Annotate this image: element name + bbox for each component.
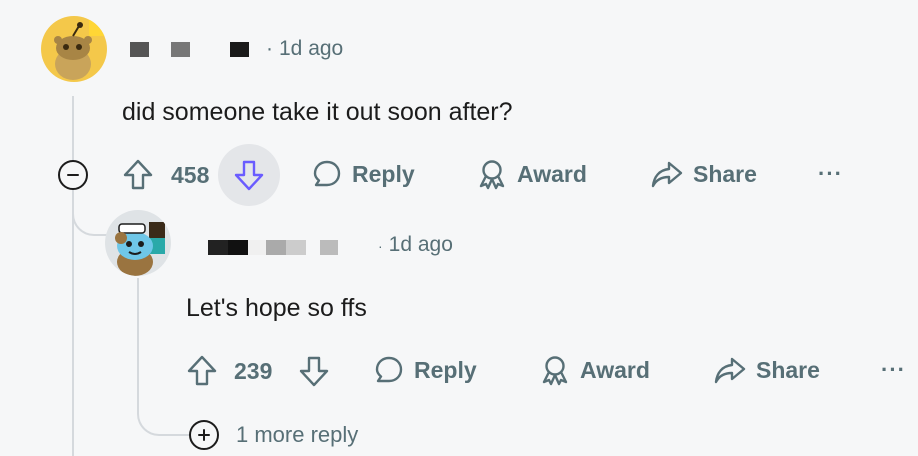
thread-connector-more <box>137 278 189 436</box>
reply-share-button[interactable]: Share <box>713 354 820 386</box>
reply-downvote-button[interactable] <box>298 354 330 388</box>
award-button[interactable]: Award <box>476 158 587 190</box>
replier-username-redacted[interactable] <box>208 240 338 255</box>
reply-award-button[interactable]: Award <box>539 354 650 386</box>
collapse-thread-button[interactable] <box>58 160 88 190</box>
comment-timestamp: · 1d ago <box>266 37 344 60</box>
reply-button[interactable]: Reply <box>311 158 415 190</box>
arrow-down-icon <box>299 356 329 387</box>
thread-line-main-lower[interactable] <box>72 190 74 456</box>
award-label: Award <box>517 160 587 187</box>
arrow-up-icon <box>123 159 153 190</box>
forward-arrow-icon <box>714 357 746 384</box>
expand-replies-button[interactable] <box>189 420 219 450</box>
forward-arrow-icon <box>651 161 683 188</box>
reply-vote-count: 239 <box>234 358 273 384</box>
downvote-button[interactable] <box>218 144 280 206</box>
comment-thread: · 1d ago did someone take it out soon aft… <box>0 0 918 456</box>
ribbon-icon <box>479 160 505 190</box>
share-label: Share <box>693 160 757 187</box>
thread-connector-reply <box>72 190 108 236</box>
replier-avatar[interactable] <box>105 210 171 276</box>
reply-body: Let's hope so ffs <box>186 294 367 322</box>
arrow-down-icon <box>234 160 264 191</box>
reply-label: Reply <box>414 356 477 383</box>
reply-label: Reply <box>352 160 415 187</box>
arrow-up-icon <box>187 355 217 386</box>
thread-line-main[interactable] <box>72 96 74 160</box>
plus-circle-icon <box>198 429 210 441</box>
share-button[interactable]: Share <box>650 158 757 190</box>
ribbon-icon <box>542 356 568 386</box>
reply-reply-button[interactable]: Reply <box>373 354 477 386</box>
comment-overflow-menu-button[interactable]: ··· <box>818 161 843 187</box>
snoo-avatar-icon <box>54 20 105 80</box>
upvote-button[interactable] <box>122 158 154 192</box>
speech-bubble-icon <box>313 160 341 187</box>
speech-bubble-icon <box>375 356 403 383</box>
comment-vote-count: 458 <box>171 162 210 188</box>
commenter-avatar[interactable] <box>41 16 107 82</box>
share-label: Share <box>756 356 820 383</box>
minus-circle-icon <box>67 174 79 176</box>
reply-overflow-menu-button[interactable]: ··· <box>881 357 906 383</box>
reply-upvote-button[interactable] <box>186 354 218 388</box>
comment-body: did someone take it out soon after? <box>122 98 513 126</box>
award-label: Award <box>580 356 650 383</box>
reply-timestamp: · 1d ago <box>378 233 453 256</box>
commenter-username-redacted[interactable] <box>130 42 249 57</box>
more-replies-link[interactable]: 1 more reply <box>236 422 358 448</box>
snoo-avatar-icon <box>115 222 165 276</box>
